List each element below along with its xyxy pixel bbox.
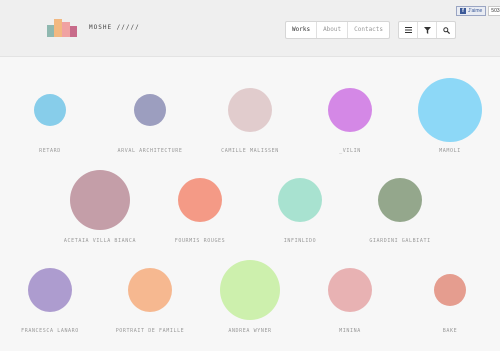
work-circle[interactable]	[134, 94, 166, 126]
work-label[interactable]: BAKE	[443, 328, 457, 334]
work-circle[interactable]	[418, 78, 482, 142]
work-circle[interactable]	[328, 268, 372, 312]
toolbar	[398, 21, 456, 39]
work-circle[interactable]	[178, 178, 222, 222]
work-circle[interactable]	[220, 260, 280, 320]
work-circle[interactable]	[228, 88, 272, 132]
work-circle[interactable]	[328, 88, 372, 132]
facebook-like-button[interactable]: f J'aime	[456, 6, 487, 16]
nav-item-works[interactable]: Works	[286, 22, 318, 38]
facebook-like-count: 503	[488, 6, 500, 16]
work-circle[interactable]	[378, 178, 422, 222]
work-circle[interactable]	[34, 94, 66, 126]
work-circle[interactable]	[434, 274, 466, 306]
menu-button[interactable]	[399, 22, 418, 38]
logo-block-1	[47, 25, 54, 37]
facebook-icon: f	[460, 8, 466, 14]
logo-block-2	[54, 19, 62, 37]
nav-item-contacts[interactable]: Contacts	[348, 22, 389, 38]
nav-item-about[interactable]: About	[317, 22, 349, 38]
work-label[interactable]: _VILIN	[339, 148, 361, 154]
work-label[interactable]: FOURMIS ROUGES	[175, 238, 226, 244]
main-nav: Works About Contacts	[285, 21, 391, 39]
work-circle[interactable]	[28, 268, 72, 312]
work-circle[interactable]	[70, 170, 130, 230]
site-logo[interactable]	[47, 19, 77, 37]
work-label[interactable]: ARVAL ARCHITECTURE	[118, 148, 183, 154]
facebook-like-label: J'aime	[468, 8, 483, 14]
search-button[interactable]	[437, 22, 455, 38]
work-label[interactable]: MININA	[339, 328, 361, 334]
filter-icon	[423, 26, 431, 34]
work-label[interactable]: MAMOLI	[439, 148, 461, 154]
work-label[interactable]: CAMILLE MALISSEN	[221, 148, 279, 154]
logo-block-4	[70, 26, 77, 37]
work-label[interactable]: ANDREA WYNER	[228, 328, 271, 334]
site-title[interactable]: MOSHE /////	[89, 24, 140, 31]
site-header: MOSHE ///// Works About Contacts f J'aim…	[0, 0, 500, 57]
work-label[interactable]: PORTRAIT DE FAMILLE	[116, 328, 185, 334]
work-label[interactable]: RETARD	[39, 148, 61, 154]
search-icon	[442, 26, 450, 34]
work-circle[interactable]	[278, 178, 322, 222]
logo-block-3	[62, 22, 70, 37]
work-label[interactable]: INFINLIDO	[284, 238, 317, 244]
work-label[interactable]: FRANCESCA LANARO	[21, 328, 79, 334]
work-circle[interactable]	[128, 268, 172, 312]
facebook-like-widget: f J'aime 503	[456, 6, 500, 16]
work-label[interactable]: GIARDINI GALBIATI	[369, 238, 430, 244]
menu-icon	[404, 27, 412, 33]
filter-button[interactable]	[418, 22, 437, 38]
work-label[interactable]: ACETAIA VILLA BIANCA	[64, 238, 136, 244]
